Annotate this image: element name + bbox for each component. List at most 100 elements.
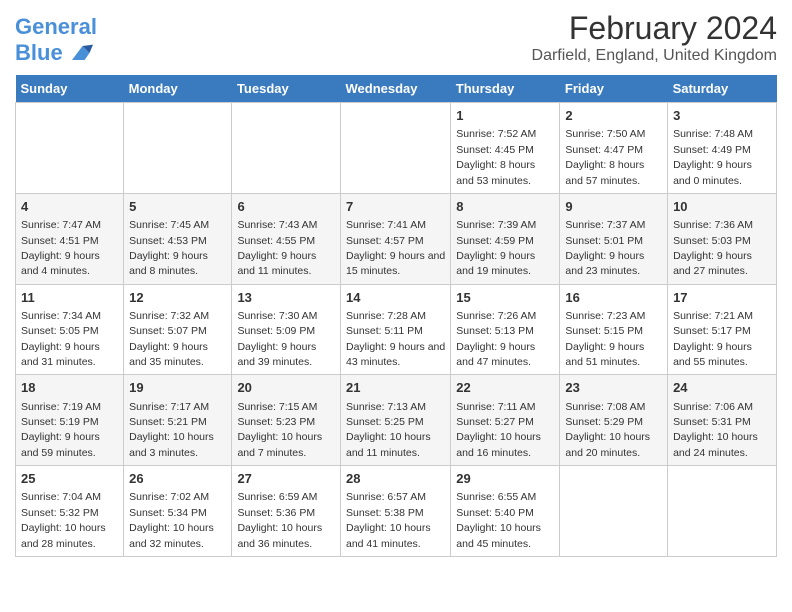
day-info: Sunrise: 7:08 AM Sunset: 5:29 PM Dayligh…: [565, 401, 650, 459]
title-area: February 2024 Darfield, England, United …: [532, 10, 777, 65]
empty-day-cell: [16, 103, 124, 194]
empty-day-cell: [560, 466, 668, 557]
day-number: 2: [565, 107, 662, 125]
calendar-day-cell: 23 Sunrise: 7:08 AM Sunset: 5:29 PM Dayli…: [560, 375, 668, 466]
day-number: 17: [673, 289, 771, 307]
calendar-week-row: 25 Sunrise: 7:04 AM Sunset: 5:32 PM Dayli…: [16, 466, 777, 557]
day-number: 22: [456, 379, 554, 397]
calendar-day-cell: 9 Sunrise: 7:37 AM Sunset: 5:01 PM Daylig…: [560, 193, 668, 284]
day-info: Sunrise: 6:55 AM Sunset: 5:40 PM Dayligh…: [456, 491, 541, 549]
day-number: 10: [673, 198, 771, 216]
day-number: 5: [129, 198, 226, 216]
weekday-header-thursday: Thursday: [451, 75, 560, 103]
day-number: 3: [673, 107, 771, 125]
calendar-day-cell: 16Sunrise: 7:23 AM Sunset: 5:15 PM Dayli…: [560, 284, 668, 375]
weekday-header-saturday: Saturday: [668, 75, 777, 103]
empty-day-cell: [340, 103, 450, 194]
weekday-header-friday: Friday: [560, 75, 668, 103]
calendar-day-cell: 17 Sunrise: 7:21 AM Sunset: 5:17 PM Dayli…: [668, 284, 777, 375]
day-number: 18: [21, 379, 118, 397]
calendar-day-cell: 1 Sunrise: 7:52 AM Sunset: 4:45 PM Daylig…: [451, 103, 560, 194]
day-number: 27: [237, 470, 335, 488]
day-number: 9: [565, 198, 662, 216]
day-info: Sunrise: 6:57 AM Sunset: 5:38 PM Dayligh…: [346, 491, 431, 549]
day-number: 12: [129, 289, 226, 307]
calendar-day-cell: 27 Sunrise: 6:59 AM Sunset: 5:36 PM Dayli…: [232, 466, 341, 557]
day-info: Sunrise: 7:28 AM Sunset: 5:11 PM Dayligh…: [346, 310, 445, 368]
calendar-day-cell: 6Sunrise: 7:43 AM Sunset: 4:55 PM Daylig…: [232, 193, 341, 284]
day-info: Sunrise: 7:26 AM Sunset: 5:13 PM Dayligh…: [456, 310, 536, 368]
day-number: 29: [456, 470, 554, 488]
weekday-header-monday: Monday: [124, 75, 232, 103]
calendar-day-cell: 18 Sunrise: 7:19 AM Sunset: 5:19 PM Dayli…: [16, 375, 124, 466]
day-info: Sunrise: 7:48 AM Sunset: 4:49 PM Dayligh…: [673, 128, 753, 186]
weekday-header-sunday: Sunday: [16, 75, 124, 103]
calendar-day-cell: 22 Sunrise: 7:11 AM Sunset: 5:27 PM Dayli…: [451, 375, 560, 466]
day-info: Sunrise: 7:52 AM Sunset: 4:45 PM Dayligh…: [456, 128, 536, 186]
day-info: Sunrise: 7:15 AM Sunset: 5:23 PM Dayligh…: [237, 401, 322, 459]
logo-icon: [65, 39, 93, 67]
day-info: Sunrise: 7:04 AM Sunset: 5:32 PM Dayligh…: [21, 491, 106, 549]
empty-day-cell: [232, 103, 341, 194]
calendar-day-cell: 15 Sunrise: 7:26 AM Sunset: 5:13 PM Dayli…: [451, 284, 560, 375]
day-info: Sunrise: 7:19 AM Sunset: 5:19 PM Dayligh…: [21, 401, 101, 459]
day-info: Sunrise: 7:32 AM Sunset: 5:07 PM Dayligh…: [129, 310, 209, 368]
logo-text: General: [15, 15, 97, 39]
day-number: 11: [21, 289, 118, 307]
calendar-day-cell: 25 Sunrise: 7:04 AM Sunset: 5:32 PM Dayli…: [16, 466, 124, 557]
day-info: Sunrise: 7:11 AM Sunset: 5:27 PM Dayligh…: [456, 401, 541, 459]
calendar-day-cell: 20Sunrise: 7:15 AM Sunset: 5:23 PM Dayli…: [232, 375, 341, 466]
calendar-day-cell: 4Sunrise: 7:47 AM Sunset: 4:51 PM Daylig…: [16, 193, 124, 284]
calendar-week-row: 18 Sunrise: 7:19 AM Sunset: 5:19 PM Dayli…: [16, 375, 777, 466]
day-number: 26: [129, 470, 226, 488]
day-info: Sunrise: 7:36 AM Sunset: 5:03 PM Dayligh…: [673, 219, 753, 277]
day-info: Sunrise: 7:50 AM Sunset: 4:47 PM Dayligh…: [565, 128, 645, 186]
day-number: 19: [129, 379, 226, 397]
day-info: Sunrise: 7:02 AM Sunset: 5:34 PM Dayligh…: [129, 491, 214, 549]
main-title: February 2024: [532, 10, 777, 47]
day-number: 21: [346, 379, 445, 397]
weekday-header-tuesday: Tuesday: [232, 75, 341, 103]
day-info: Sunrise: 7:37 AM Sunset: 5:01 PM Dayligh…: [565, 219, 645, 277]
day-number: 25: [21, 470, 118, 488]
empty-day-cell: [668, 466, 777, 557]
calendar-day-cell: 2 Sunrise: 7:50 AM Sunset: 4:47 PM Daylig…: [560, 103, 668, 194]
calendar-day-cell: 11Sunrise: 7:34 AM Sunset: 5:05 PM Dayli…: [16, 284, 124, 375]
calendar-day-cell: 13Sunrise: 7:30 AM Sunset: 5:09 PM Dayli…: [232, 284, 341, 375]
day-number: 14: [346, 289, 445, 307]
day-info: Sunrise: 7:21 AM Sunset: 5:17 PM Dayligh…: [673, 310, 753, 368]
day-number: 4: [21, 198, 118, 216]
day-info: Sunrise: 7:30 AM Sunset: 5:09 PM Dayligh…: [237, 310, 317, 368]
calendar-table: SundayMondayTuesdayWednesdayThursdayFrid…: [15, 75, 777, 557]
calendar-day-cell: 28 Sunrise: 6:57 AM Sunset: 5:38 PM Dayli…: [340, 466, 450, 557]
day-info: Sunrise: 6:59 AM Sunset: 5:36 PM Dayligh…: [237, 491, 322, 549]
day-number: 24: [673, 379, 771, 397]
calendar-day-cell: 10 Sunrise: 7:36 AM Sunset: 5:03 PM Dayli…: [668, 193, 777, 284]
day-number: 23: [565, 379, 662, 397]
day-number: 28: [346, 470, 445, 488]
calendar-week-row: 1 Sunrise: 7:52 AM Sunset: 4:45 PM Daylig…: [16, 103, 777, 194]
logo: General Blue: [15, 15, 97, 67]
calendar-day-cell: 21 Sunrise: 7:13 AM Sunset: 5:25 PM Dayli…: [340, 375, 450, 466]
calendar-week-row: 4Sunrise: 7:47 AM Sunset: 4:51 PM Daylig…: [16, 193, 777, 284]
calendar-week-row: 11Sunrise: 7:34 AM Sunset: 5:05 PM Dayli…: [16, 284, 777, 375]
calendar-day-cell: 8Sunrise: 7:39 AM Sunset: 4:59 PM Daylig…: [451, 193, 560, 284]
day-info: Sunrise: 7:06 AM Sunset: 5:31 PM Dayligh…: [673, 401, 758, 459]
day-number: 1: [456, 107, 554, 125]
subtitle: Darfield, England, United Kingdom: [532, 47, 777, 65]
calendar-day-cell: 29 Sunrise: 6:55 AM Sunset: 5:40 PM Dayli…: [451, 466, 560, 557]
calendar-day-cell: 26 Sunrise: 7:02 AM Sunset: 5:34 PM Dayli…: [124, 466, 232, 557]
day-info: Sunrise: 7:45 AM Sunset: 4:53 PM Dayligh…: [129, 219, 209, 277]
day-info: Sunrise: 7:43 AM Sunset: 4:55 PM Dayligh…: [237, 219, 317, 277]
day-info: Sunrise: 7:41 AM Sunset: 4:57 PM Dayligh…: [346, 219, 445, 277]
logo-blue-text: Blue: [15, 41, 63, 65]
weekday-header-row: SundayMondayTuesdayWednesdayThursdayFrid…: [16, 75, 777, 103]
day-info: Sunrise: 7:13 AM Sunset: 5:25 PM Dayligh…: [346, 401, 431, 459]
calendar-day-cell: 24 Sunrise: 7:06 AM Sunset: 5:31 PM Dayli…: [668, 375, 777, 466]
page-header: General Blue February 2024 Darfield, Eng…: [15, 10, 777, 67]
day-number: 7: [346, 198, 445, 216]
calendar-day-cell: 19Sunrise: 7:17 AM Sunset: 5:21 PM Dayli…: [124, 375, 232, 466]
calendar-day-cell: 3 Sunrise: 7:48 AM Sunset: 4:49 PM Daylig…: [668, 103, 777, 194]
day-number: 8: [456, 198, 554, 216]
day-number: 15: [456, 289, 554, 307]
